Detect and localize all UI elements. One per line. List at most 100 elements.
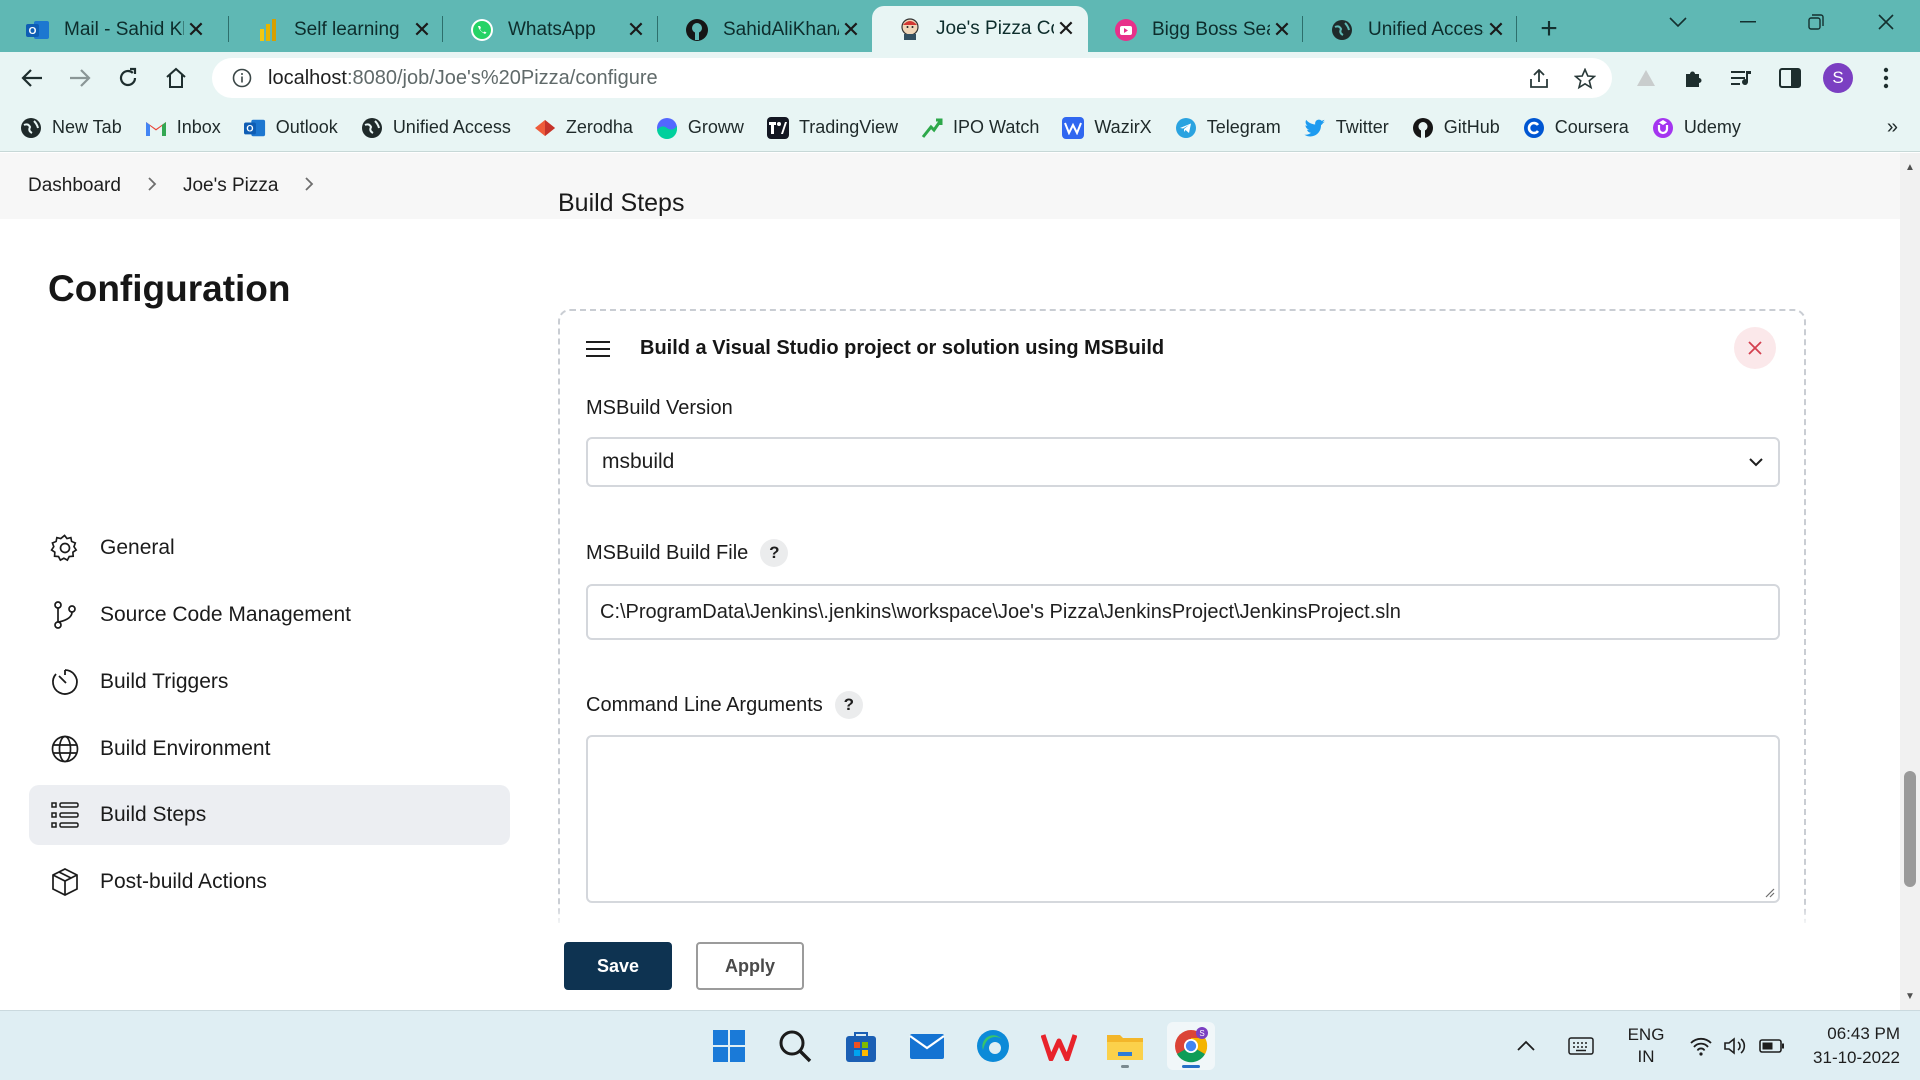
scroll-thumb[interactable] xyxy=(1904,771,1916,887)
tab-separator xyxy=(1516,16,1517,42)
media-queue-icon[interactable] xyxy=(1726,62,1758,94)
svg-text:S: S xyxy=(1199,1029,1204,1038)
system-clock[interactable]: 06:43 PM 31-10-2022 xyxy=(1800,1011,1900,1080)
drag-handle-icon[interactable] xyxy=(586,341,610,361)
wps-icon[interactable] xyxy=(1035,1022,1083,1070)
tab-search-icon[interactable] xyxy=(1648,0,1708,44)
globe-icon xyxy=(20,117,42,139)
help-icon[interactable]: ? xyxy=(760,539,789,567)
browser-menu-icon[interactable] xyxy=(1870,62,1902,94)
breadcrumb-joes-pizza[interactable]: Joe's Pizza xyxy=(183,175,279,197)
msbuild-version-select[interactable]: msbuild xyxy=(586,437,1780,487)
browser-tab-unified-access[interactable]: Unified Access ✕ xyxy=(1304,8,1518,52)
language-indicator[interactable]: ENG IN xyxy=(1618,1011,1674,1080)
msbuild-build-file-input[interactable]: C:\ProgramData\Jenkins\.jenkins\workspac… xyxy=(586,584,1780,640)
close-icon[interactable]: ✕ xyxy=(410,17,434,42)
home-icon[interactable] xyxy=(158,60,194,96)
bookmark-groww[interactable]: Groww xyxy=(656,117,744,139)
bookmark-telegram[interactable]: Telegram xyxy=(1175,117,1281,139)
windows-start-icon[interactable] xyxy=(705,1022,753,1070)
mail-icon[interactable] xyxy=(903,1022,951,1070)
close-icon[interactable]: ✕ xyxy=(624,17,648,42)
new-tab-button[interactable]: + xyxy=(1530,10,1568,48)
browser-tab-joes-pizza[interactable]: Joe's Pizza Con ✕ xyxy=(872,6,1088,52)
bookmark-coursera[interactable]: Coursera xyxy=(1523,117,1629,139)
bookmark-outlook[interactable]: O Outlook xyxy=(243,117,338,139)
sidebar-item-build-steps[interactable]: Build Steps xyxy=(29,785,510,845)
bookmark-udemy[interactable]: Udemy xyxy=(1652,117,1741,139)
github-icon xyxy=(685,18,709,42)
chevron-right-icon[interactable] xyxy=(304,175,314,198)
bookmark-tradingview[interactable]: TradingView xyxy=(766,116,898,139)
bookmark-zerodha[interactable]: Zerodha xyxy=(534,117,633,139)
breadcrumb-dashboard[interactable]: Dashboard xyxy=(28,175,121,197)
bookmark-new-tab[interactable]: New Tab xyxy=(20,117,122,139)
store-icon[interactable] xyxy=(837,1022,885,1070)
command-line-arguments-textarea[interactable] xyxy=(586,735,1780,903)
build-step-title: Build a Visual Studio project or solutio… xyxy=(640,337,1165,359)
extension-triangle-icon[interactable] xyxy=(1630,62,1662,94)
minimize-icon[interactable] xyxy=(1718,0,1778,44)
bookmarks-bar: New Tab Inbox O Outlook Unified Access Z… xyxy=(0,104,1920,152)
apply-button[interactable]: Apply xyxy=(696,942,804,990)
profile-avatar[interactable]: S xyxy=(1822,62,1854,94)
close-icon[interactable]: ✕ xyxy=(1054,16,1078,41)
browser-tab-bigg-boss[interactable]: Bigg Boss Seas ✕ xyxy=(1088,8,1304,52)
chevron-up-icon[interactable] xyxy=(1508,1011,1544,1080)
globe-icon xyxy=(1330,18,1354,42)
chevron-right-icon[interactable] xyxy=(147,175,157,198)
browser-toolbar: localhost:8080/job/Joe's%20Pizza/configu… xyxy=(0,52,1920,104)
close-icon[interactable]: ✕ xyxy=(1484,17,1508,42)
bookmark-inbox[interactable]: Inbox xyxy=(145,117,221,139)
bookmark-star-icon[interactable] xyxy=(1570,67,1600,91)
page-scrollbar[interactable]: ▲ ▼ xyxy=(1900,153,1920,1010)
back-icon[interactable] xyxy=(14,60,50,96)
forward-icon[interactable] xyxy=(62,60,98,96)
search-icon[interactable] xyxy=(771,1022,819,1070)
browser-tab-self-learning[interactable]: Self learning ✕ xyxy=(230,8,444,52)
chrome-icon[interactable]: S xyxy=(1167,1022,1215,1070)
scroll-down-icon[interactable]: ▼ xyxy=(1900,986,1920,1006)
sidebar-item-post-build-actions[interactable]: Post-build Actions xyxy=(29,852,510,912)
reload-icon[interactable] xyxy=(110,60,146,96)
bottom-action-bar xyxy=(0,923,1900,1010)
extensions-puzzle-icon[interactable] xyxy=(1678,62,1710,94)
edge-icon[interactable] xyxy=(969,1022,1017,1070)
sidebar-item-general[interactable]: General xyxy=(29,518,510,578)
sidebar-item-source-code-management[interactable]: Source Code Management xyxy=(29,585,510,645)
side-panel-icon[interactable] xyxy=(1774,62,1806,94)
keyboard-icon[interactable] xyxy=(1564,1011,1598,1080)
close-icon[interactable]: ✕ xyxy=(184,17,208,42)
share-icon[interactable] xyxy=(1524,67,1554,91)
bookmark-unified-access[interactable]: Unified Access xyxy=(361,117,511,139)
address-bar[interactable]: localhost:8080/job/Joe's%20Pizza/configu… xyxy=(212,58,1612,98)
bookmarks-overflow-icon[interactable]: » xyxy=(1887,116,1898,139)
sidebar-item-build-environment[interactable]: Build Environment xyxy=(29,719,510,779)
browser-tab-github[interactable]: SahidAliKhan/J ✕ xyxy=(659,8,873,52)
window-close-icon[interactable] xyxy=(1856,0,1916,44)
help-icon[interactable]: ? xyxy=(834,691,863,719)
tab-separator xyxy=(442,16,443,42)
bookmark-github[interactable]: GitHub xyxy=(1412,117,1500,139)
delete-step-button[interactable] xyxy=(1734,327,1776,369)
resize-grip-icon[interactable] xyxy=(1763,886,1775,898)
browser-tab-mail[interactable]: O Mail - Sahid Kh ✕ xyxy=(0,8,218,52)
tv-icon xyxy=(1114,18,1138,42)
browser-tab-whatsapp[interactable]: WhatsApp ✕ xyxy=(444,8,658,52)
file-explorer-icon[interactable] xyxy=(1101,1022,1149,1070)
battery-icon[interactable] xyxy=(1756,1011,1788,1080)
scroll-up-icon[interactable]: ▲ xyxy=(1900,157,1920,177)
wifi-icon[interactable] xyxy=(1686,1011,1716,1080)
close-icon[interactable]: ✕ xyxy=(839,17,863,42)
close-icon[interactable]: ✕ xyxy=(1270,17,1294,42)
volume-icon[interactable] xyxy=(1720,1011,1750,1080)
sidebar-title: Configuration xyxy=(48,268,291,309)
bookmark-wazirx[interactable]: WazirX xyxy=(1062,116,1152,139)
sidebar-item-build-triggers[interactable]: Build Triggers xyxy=(29,652,510,712)
site-info-icon[interactable] xyxy=(224,68,260,88)
bookmark-ipo-watch[interactable]: IPO Watch xyxy=(921,117,1039,139)
profile-initial: S xyxy=(1823,63,1853,93)
restore-icon[interactable] xyxy=(1786,0,1846,44)
save-button[interactable]: Save xyxy=(564,942,672,990)
bookmark-twitter[interactable]: Twitter xyxy=(1304,117,1389,139)
